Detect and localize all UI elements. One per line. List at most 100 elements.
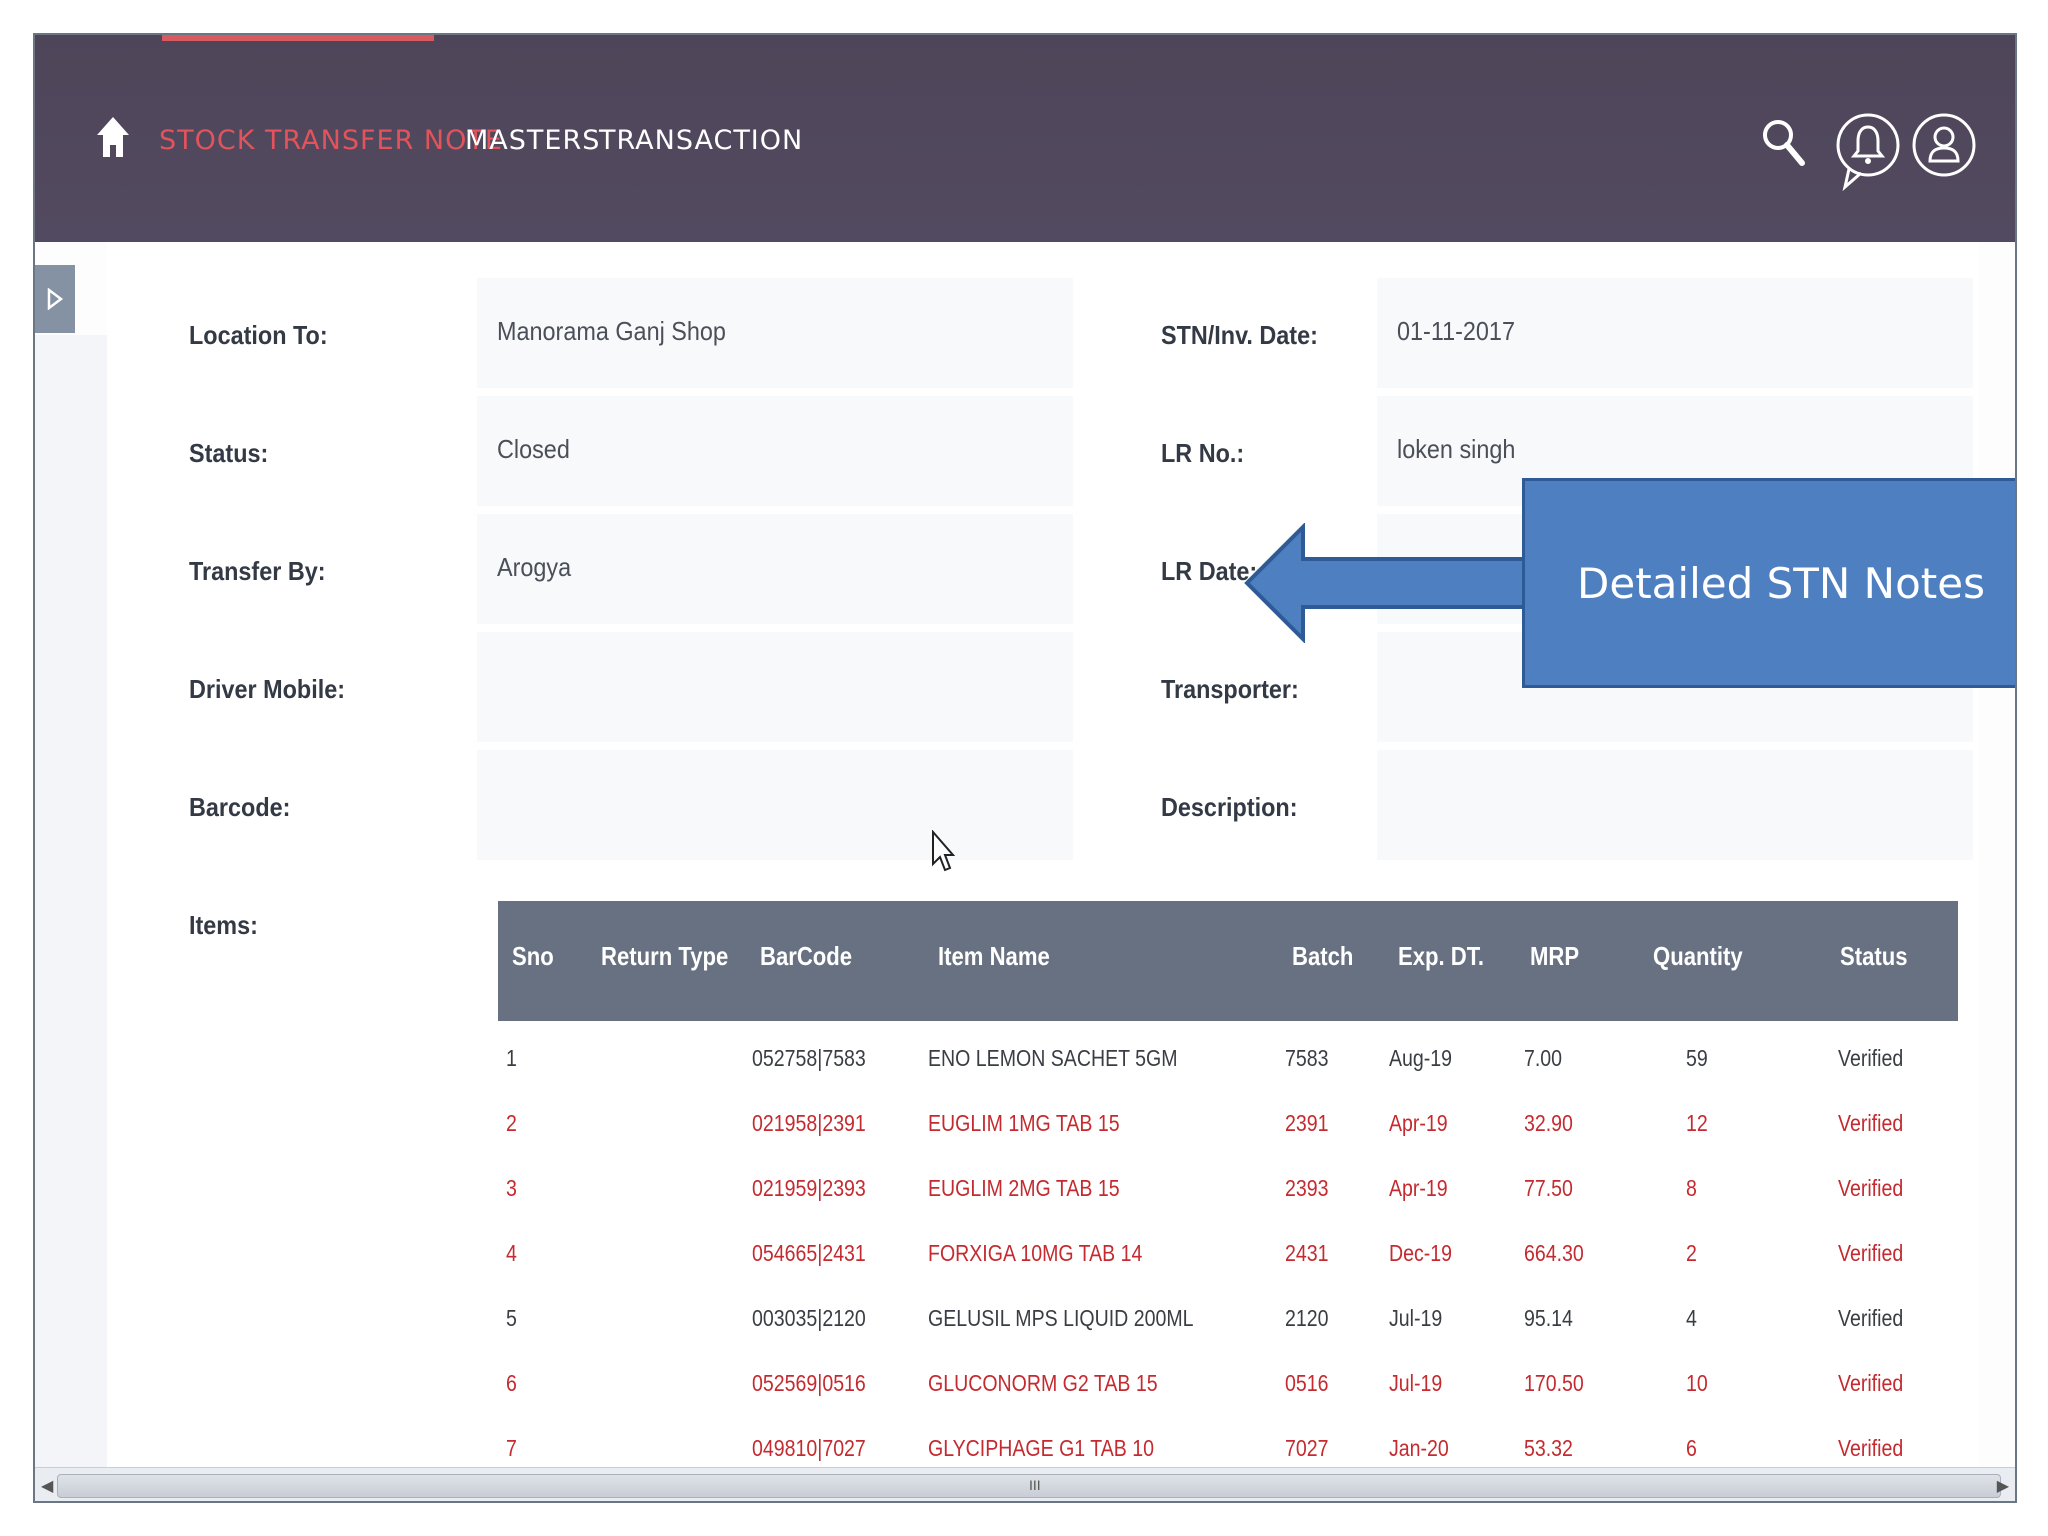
cell-status: Verified <box>1838 1435 1904 1461</box>
cell-sno: 6 <box>506 1370 517 1396</box>
transfer-by-value: Arogya <box>477 514 1073 624</box>
cell-mrp: 32.90 <box>1524 1110 1573 1136</box>
col-quantity[interactable]: Quantity <box>1653 941 1743 972</box>
cell-item: ENO LEMON SACHET 5GM <box>928 1045 1178 1071</box>
stn-inv-date-value: 01-11-2017 <box>1377 278 1973 388</box>
stn-inv-date-label: STN/Inv. Date: <box>1161 320 1318 350</box>
table-row[interactable]: 3 021959|2393 EUGLIM 2MG TAB 15 2393 Apr-19 7… <box>498 1159 1958 1224</box>
table-row[interactable]: 4 054665|2431 FORXIGA 10MG TAB 14 2431 Dec-1… <box>498 1224 1958 1289</box>
status-value: Closed <box>477 396 1073 506</box>
driver-mobile-value <box>477 632 1073 742</box>
cell-barcode: 052569|0516 <box>752 1370 866 1396</box>
cell-exp: Jul-19 <box>1389 1305 1443 1331</box>
cell-qty: 6 <box>1686 1435 1697 1461</box>
nav-stock-transfer-note[interactable]: STOCK TRANSFER NOTE <box>159 125 503 156</box>
cell-qty: 59 <box>1686 1045 1708 1071</box>
cell-mrp: 7.00 <box>1524 1045 1563 1071</box>
cell-mrp: 170.50 <box>1524 1370 1584 1396</box>
horizontal-scrollbar[interactable]: ◀ III ▶ <box>35 1467 2015 1501</box>
cell-sno: 7 <box>506 1435 517 1461</box>
location-to-label: Location To: <box>189 320 328 350</box>
cell-batch: 2120 <box>1285 1305 1329 1331</box>
cell-barcode: 052758|7583 <box>752 1045 866 1071</box>
cell-status: Verified <box>1838 1305 1904 1331</box>
app-window: STOCK TRANSFER NOTE MASTERS TRANSACTION … <box>33 33 2017 1503</box>
barcode-label: Barcode: <box>189 792 291 822</box>
cell-item: FORXIGA 10MG TAB 14 <box>928 1240 1143 1266</box>
cell-batch: 2393 <box>1285 1175 1329 1201</box>
table-row[interactable]: 6 052569|0516 GLUCONORM G2 TAB 15 0516 Jul-1… <box>498 1354 1958 1419</box>
cell-status: Verified <box>1838 1240 1904 1266</box>
col-barcode[interactable]: BarCode <box>760 941 852 972</box>
nav-masters[interactable]: MASTERS <box>465 125 600 156</box>
left-gutter <box>35 335 107 1500</box>
table-row[interactable]: 5 003035|2120 GELUSIL MPS LIQUID 200ML 2120… <box>498 1289 1958 1354</box>
location-to-value: Manorama Ganj Shop <box>477 278 1073 388</box>
lr-no-label: LR No.: <box>1161 438 1245 468</box>
table-row[interactable]: 1 052758|7583 ENO LEMON SACHET 5GM 7583 Aug-… <box>498 1029 1958 1094</box>
transporter-label: Transporter: <box>1161 674 1299 704</box>
col-exp-dt[interactable]: Exp. DT. <box>1398 941 1484 972</box>
cell-item: GLUCONORM G2 TAB 15 <box>928 1370 1158 1396</box>
sidebar-toggle-button[interactable] <box>35 265 75 333</box>
callout-box: Detailed STN Notes <box>1522 478 2015 688</box>
cell-barcode: 049810|7027 <box>752 1435 866 1461</box>
cell-mrp: 664.30 <box>1524 1240 1584 1266</box>
cell-exp: Jan-20 <box>1389 1435 1449 1461</box>
chevron-right-icon <box>47 288 64 310</box>
description-label: Description: <box>1161 792 1298 822</box>
bell-icon[interactable] <box>1835 95 1901 201</box>
table-row[interactable]: 2 021958|2391 EUGLIM 1MG TAB 15 2391 Apr-19 3… <box>498 1094 1958 1159</box>
callout-arrow-left-icon <box>1244 523 1531 643</box>
items-table: Sno Return Type BarCode Item Name Batch … <box>498 901 1958 1501</box>
status-label: Status: <box>189 438 269 468</box>
cell-batch: 7027 <box>1285 1435 1329 1461</box>
cell-exp: Apr-19 <box>1389 1110 1448 1136</box>
cell-batch: 0516 <box>1285 1370 1329 1396</box>
cell-mrp: 95.14 <box>1524 1305 1573 1331</box>
callout-text: Detailed STN Notes <box>1577 558 1985 608</box>
cell-barcode: 021958|2391 <box>752 1110 866 1136</box>
scroll-left-icon[interactable]: ◀ <box>41 1476 53 1496</box>
driver-mobile-label: Driver Mobile: <box>189 674 346 704</box>
cell-sno: 2 <box>506 1110 517 1136</box>
cell-item: EUGLIM 1MG TAB 15 <box>928 1110 1120 1136</box>
col-status[interactable]: Status <box>1840 941 1908 972</box>
cell-status: Verified <box>1838 1370 1904 1396</box>
cell-batch: 2431 <box>1285 1240 1329 1266</box>
cell-barcode: 021959|2393 <box>752 1175 866 1201</box>
col-return-type[interactable]: Return Type <box>601 941 728 972</box>
items-label: Items: <box>189 910 258 940</box>
cell-exp: Apr-19 <box>1389 1175 1448 1201</box>
mouse-cursor-icon <box>932 830 955 872</box>
search-icon[interactable] <box>1760 115 1808 171</box>
home-icon[interactable] <box>95 115 131 159</box>
user-icon[interactable] <box>1911 95 1977 201</box>
cell-status: Verified <box>1838 1045 1904 1071</box>
cell-exp: Dec-19 <box>1389 1240 1453 1266</box>
cell-mrp: 53.32 <box>1524 1435 1573 1461</box>
col-batch[interactable]: Batch <box>1292 941 1353 972</box>
active-tab-indicator <box>162 35 434 41</box>
cell-item: GLYCIPHAGE G1 TAB 10 <box>928 1435 1155 1461</box>
scrollbar-thumb[interactable]: III <box>57 1474 2001 1498</box>
cell-qty: 12 <box>1686 1110 1708 1136</box>
col-mrp[interactable]: MRP <box>1530 941 1579 972</box>
nav-transaction[interactable]: TRANSACTION <box>599 125 803 156</box>
barcode-value <box>477 750 1073 860</box>
col-sno[interactable]: Sno <box>512 941 554 972</box>
scrollbar-grip: III <box>1029 1477 1041 1493</box>
cell-sno: 3 <box>506 1175 517 1201</box>
cell-qty: 2 <box>1686 1240 1697 1266</box>
cell-qty: 8 <box>1686 1175 1697 1201</box>
cell-mrp: 77.50 <box>1524 1175 1573 1201</box>
description-value <box>1377 750 1973 860</box>
scroll-right-icon[interactable]: ▶ <box>1997 1476 2009 1496</box>
cell-status: Verified <box>1838 1110 1904 1136</box>
cell-barcode: 054665|2431 <box>752 1240 866 1266</box>
cell-item: EUGLIM 2MG TAB 15 <box>928 1175 1120 1201</box>
cell-status: Verified <box>1838 1175 1904 1201</box>
col-item-name[interactable]: Item Name <box>938 941 1050 972</box>
cell-batch: 2391 <box>1285 1110 1329 1136</box>
cell-sno: 4 <box>506 1240 517 1266</box>
